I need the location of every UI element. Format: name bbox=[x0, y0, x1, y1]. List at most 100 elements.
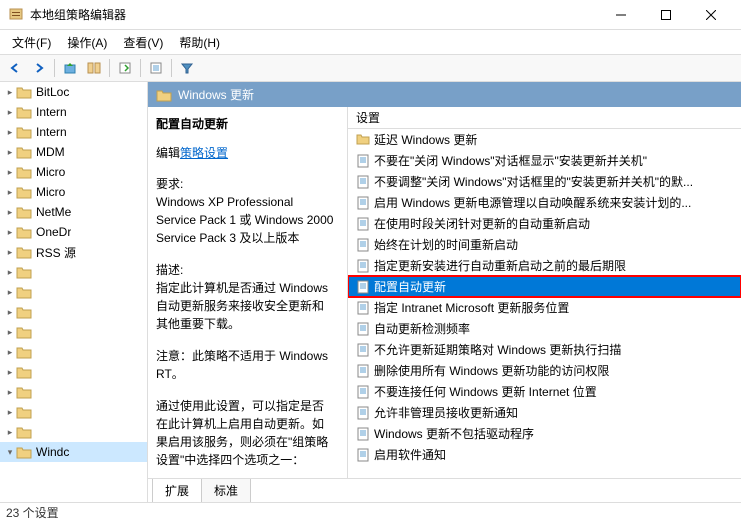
back-button[interactable] bbox=[4, 57, 26, 79]
expander-icon[interactable]: ▸ bbox=[4, 187, 16, 198]
list-body[interactable]: 延迟 Windows 更新不要在"关闭 Windows"对话框显示"安装更新并关… bbox=[348, 129, 741, 478]
list-item-label: 始终在计划的时间重新启动 bbox=[374, 236, 518, 253]
edit-policy-link[interactable]: 策略设置 bbox=[180, 146, 228, 160]
list-item[interactable]: 延迟 Windows 更新 bbox=[348, 129, 741, 150]
show-hide-button[interactable] bbox=[83, 57, 105, 79]
tree-item[interactable]: ▸ MDM bbox=[0, 142, 147, 162]
tree-label: Micro bbox=[36, 185, 65, 199]
refresh-button[interactable] bbox=[145, 57, 167, 79]
tree-item[interactable]: ▸ bbox=[0, 282, 147, 302]
folder-icon bbox=[16, 225, 32, 239]
tree-item[interactable]: ▸ bbox=[0, 262, 147, 282]
setting-icon bbox=[356, 175, 370, 189]
menu-action[interactable]: 操作(A) bbox=[59, 32, 115, 53]
list-item[interactable]: 不允许更新延期策略对 Windows 更新执行扫描 bbox=[348, 339, 741, 360]
tree-label: Intern bbox=[36, 105, 67, 119]
expander-icon[interactable]: ▸ bbox=[4, 107, 16, 118]
list-item[interactable]: 启用 Windows 更新电源管理以自动唤醒系统来安装计划的... bbox=[348, 192, 741, 213]
expander-icon[interactable]: ▸ bbox=[4, 147, 16, 158]
expander-icon[interactable]: ▸ bbox=[4, 327, 16, 338]
setting-icon bbox=[356, 406, 370, 420]
expander-icon[interactable]: ▸ bbox=[4, 127, 16, 138]
expander-icon[interactable]: ▸ bbox=[4, 407, 16, 418]
expander-icon[interactable]: ▸ bbox=[4, 247, 16, 258]
list-item[interactable]: 启用软件通知 bbox=[348, 444, 741, 465]
tree-label: NetMe bbox=[36, 205, 71, 219]
list-item[interactable]: 不要连接任何 Windows 更新 Internet 位置 bbox=[348, 381, 741, 402]
description-label: 描述: bbox=[156, 261, 335, 279]
expander-icon[interactable]: ▸ bbox=[4, 307, 16, 318]
list-item[interactable]: 不要在"关闭 Windows"对话框显示"安装更新并关机" bbox=[348, 150, 741, 171]
tree-item[interactable]: ▸Micro bbox=[0, 162, 147, 182]
toolbar bbox=[0, 54, 741, 82]
desc-scroll[interactable]: 编辑策略设置 要求: Windows XP Professional Servi… bbox=[156, 144, 339, 470]
expander-icon[interactable]: ▸ bbox=[4, 347, 16, 358]
tree-item[interactable]: ▸ bbox=[0, 362, 147, 382]
tree-scroll[interactable]: ▸BitLoc▸Intern▸Intern▸MDM▸Micro▸Micro▸Ne… bbox=[0, 82, 147, 502]
list-item[interactable]: 在使用时段关闭针对更新的自动重新启动 bbox=[348, 213, 741, 234]
menu-help[interactable]: 帮助(H) bbox=[171, 32, 228, 53]
export-button[interactable] bbox=[114, 57, 136, 79]
list-item[interactable]: 指定 Intranet Microsoft 更新服务位置 bbox=[348, 297, 741, 318]
tree-item[interactable]: ▸ bbox=[0, 342, 147, 362]
tab-extended[interactable]: 扩展 bbox=[152, 479, 202, 502]
list-item[interactable]: 删除使用所有 Windows 更新功能的访问权限 bbox=[348, 360, 741, 381]
tree-item[interactable]: ▸OneDr bbox=[0, 222, 147, 242]
up-button[interactable] bbox=[59, 57, 81, 79]
expander-icon[interactable]: ▸ bbox=[4, 387, 16, 398]
tree-item[interactable]: ▸RSS 源 bbox=[0, 242, 147, 262]
expander-icon[interactable]: ▸ bbox=[4, 267, 16, 278]
list-item[interactable]: 自动更新检测频率 bbox=[348, 318, 741, 339]
content-body: 配置自动更新 编辑策略设置 要求: Windows XP Professiona… bbox=[148, 107, 741, 478]
tree-item[interactable]: ▸ bbox=[0, 402, 147, 422]
close-button[interactable] bbox=[688, 0, 733, 29]
list-item[interactable]: Windows 更新不包括驱动程序 bbox=[348, 423, 741, 444]
expander-icon[interactable]: ▸ bbox=[4, 87, 16, 98]
list-item[interactable]: 允许非管理员接收更新通知 bbox=[348, 402, 741, 423]
list-item[interactable]: 始终在计划的时间重新启动 bbox=[348, 234, 741, 255]
folder-icon bbox=[16, 445, 32, 459]
tree-item[interactable]: ▸ NetMe bbox=[0, 202, 147, 222]
tree-label: MDM bbox=[36, 145, 65, 159]
folder-icon bbox=[16, 145, 32, 159]
tree-item[interactable]: ▾Windc bbox=[0, 442, 147, 462]
setting-icon bbox=[356, 217, 370, 231]
folder-icon bbox=[16, 385, 32, 399]
expander-icon[interactable]: ▸ bbox=[4, 207, 16, 218]
list-item[interactable]: 配置自动更新 bbox=[348, 276, 741, 297]
tree-item[interactable]: ▸Intern bbox=[0, 122, 147, 142]
description-text2: 注意：此策略不适用于 Windows RT。 bbox=[156, 347, 335, 383]
app-icon bbox=[8, 7, 24, 23]
setting-icon bbox=[356, 196, 370, 210]
tree-item[interactable]: ▸ bbox=[0, 382, 147, 402]
menu-file[interactable]: 文件(F) bbox=[4, 32, 59, 53]
tree-item[interactable]: ▸ bbox=[0, 422, 147, 442]
expander-icon[interactable]: ▾ bbox=[4, 447, 16, 458]
tree-item[interactable]: ▸ Intern bbox=[0, 102, 147, 122]
tab-standard[interactable]: 标准 bbox=[201, 479, 251, 502]
list-item[interactable]: 不要调整"关闭 Windows"对话框里的"安装更新并关机"的默... bbox=[348, 171, 741, 192]
expander-icon[interactable]: ▸ bbox=[4, 287, 16, 298]
content-pane: Windows 更新 配置自动更新 编辑策略设置 要求: Windows XP … bbox=[148, 82, 741, 502]
tree-item[interactable]: ▸BitLoc bbox=[0, 82, 147, 102]
tree-item[interactable]: ▸ bbox=[0, 302, 147, 322]
maximize-button[interactable] bbox=[643, 0, 688, 29]
folder-icon bbox=[16, 105, 32, 119]
filter-button[interactable] bbox=[176, 57, 198, 79]
expander-icon[interactable]: ▸ bbox=[4, 167, 16, 178]
list-item-label: 指定 Intranet Microsoft 更新服务位置 bbox=[374, 299, 569, 316]
tree-item[interactable]: ▸ bbox=[0, 322, 147, 342]
expander-icon[interactable]: ▸ bbox=[4, 427, 16, 438]
expander-icon[interactable]: ▸ bbox=[4, 367, 16, 378]
menubar: 文件(F) 操作(A) 查看(V) 帮助(H) bbox=[0, 30, 741, 54]
main-area: ▸BitLoc▸Intern▸Intern▸MDM▸Micro▸Micro▸Ne… bbox=[0, 82, 741, 502]
list-item[interactable]: 指定更新安装进行自动重新启动之前的最后期限 bbox=[348, 255, 741, 276]
expander-icon[interactable]: ▸ bbox=[4, 227, 16, 238]
folder-icon bbox=[16, 345, 32, 359]
tree-item[interactable]: ▸ Micro bbox=[0, 182, 147, 202]
forward-button[interactable] bbox=[28, 57, 50, 79]
minimize-button[interactable] bbox=[598, 0, 643, 29]
menu-view[interactable]: 查看(V) bbox=[115, 32, 171, 53]
list-column-header[interactable]: 设置 bbox=[348, 107, 741, 129]
requirements-label: 要求: bbox=[156, 175, 335, 193]
